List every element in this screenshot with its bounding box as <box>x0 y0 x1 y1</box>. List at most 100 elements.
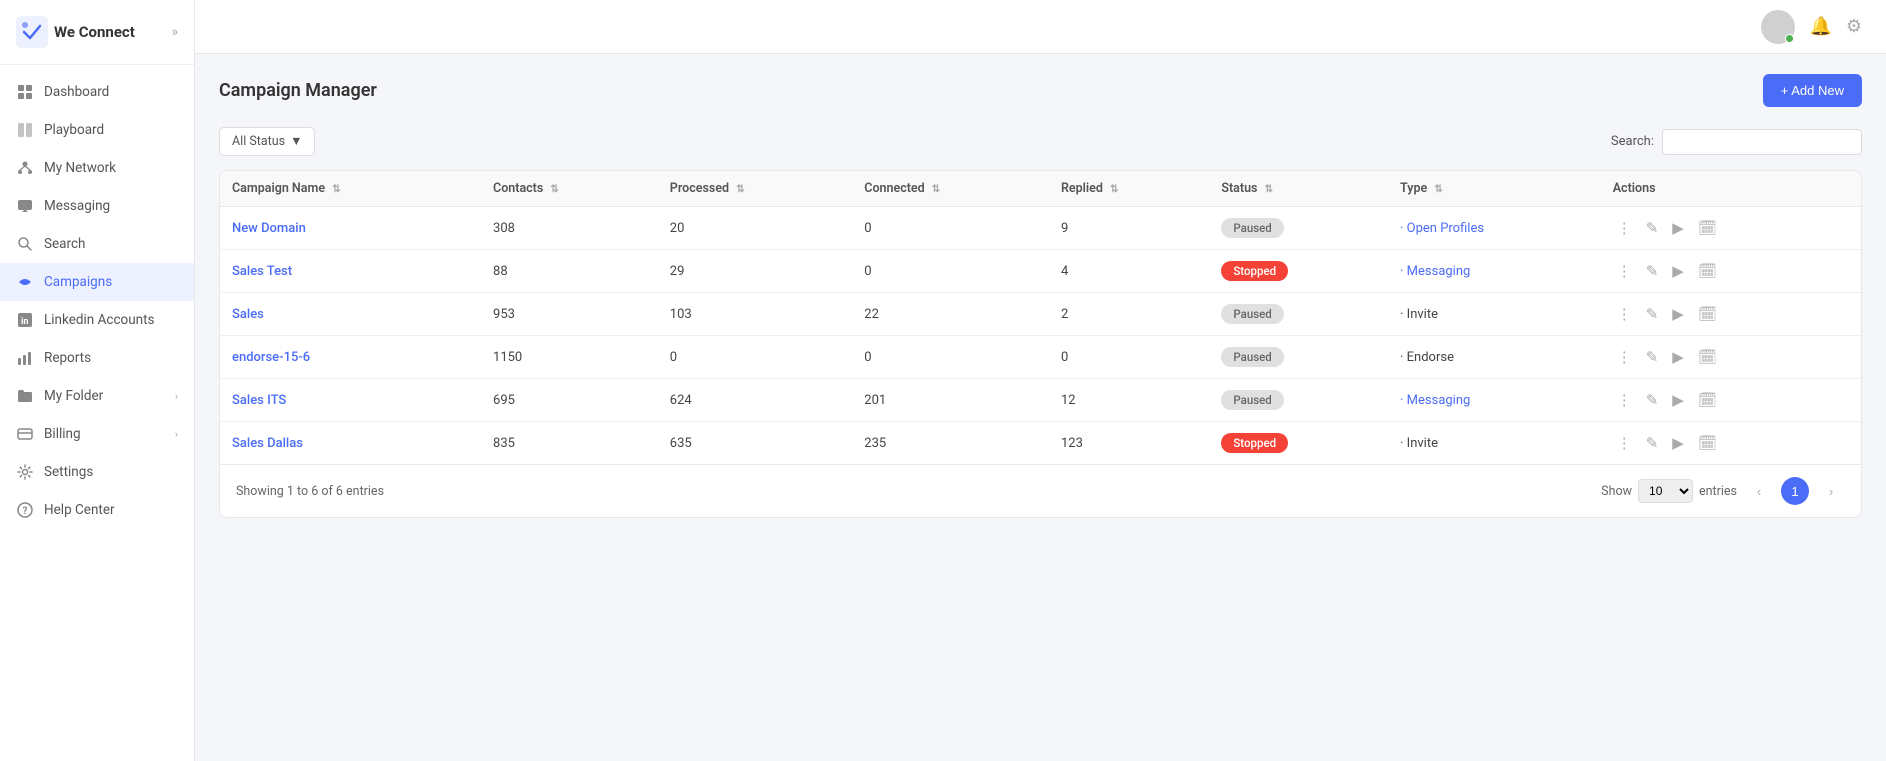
entries-select[interactable]: 10 25 50 100 <box>1638 479 1693 503</box>
action-schedule-button[interactable]: 🗓 <box>1694 217 1721 239</box>
campaign-name-cell[interactable]: Sales Test <box>220 250 481 293</box>
sort-icon: ⇅ <box>1434 184 1442 195</box>
sidebar-item-campaigns[interactable]: Campaigns <box>0 263 194 301</box>
col-contacts[interactable]: Contacts ⇅ <box>481 171 658 207</box>
sidebar-item-label: Search <box>44 236 85 252</box>
action-play-button[interactable]: ▶ <box>1668 432 1688 454</box>
search-label: Search: <box>1611 134 1654 149</box>
campaign-name-cell[interactable]: Sales ITS <box>220 379 481 422</box>
grid-icon <box>16 83 34 101</box>
table-header: Campaign Name ⇅ Contacts ⇅ Processed ⇅ C… <box>220 171 1861 207</box>
campaign-name-cell[interactable]: Sales Dallas <box>220 422 481 465</box>
sidebar-item-help-center[interactable]: ? Help Center <box>0 491 194 529</box>
page-header: Campaign Manager + Add New <box>219 74 1862 107</box>
sidebar-item-my-folder[interactable]: My Folder › <box>0 377 194 415</box>
chevron-down-icon: ▼ <box>290 134 302 149</box>
action-schedule-button[interactable]: 🗓 <box>1694 303 1721 325</box>
campaign-type: · Endorse <box>1400 350 1454 365</box>
campaign-replied: 12 <box>1049 379 1209 422</box>
play-icon <box>16 121 34 139</box>
avatar[interactable] <box>1761 10 1795 44</box>
sidebar: We Connect » Dashboard Playboard My Netw… <box>0 0 195 761</box>
campaign-name-cell[interactable]: Sales <box>220 293 481 336</box>
campaign-actions: ⋮ ✎ ▶ 🗓 <box>1601 293 1861 336</box>
action-play-button[interactable]: ▶ <box>1668 217 1688 239</box>
sidebar-item-messaging[interactable]: Messaging <box>0 187 194 225</box>
campaign-processed: 29 <box>658 250 852 293</box>
action-more-button[interactable]: ⋮ <box>1613 260 1636 282</box>
col-processed[interactable]: Processed ⇅ <box>658 171 852 207</box>
campaign-type-link[interactable]: · Messaging <box>1400 264 1470 279</box>
campaign-status: Paused <box>1209 207 1388 250</box>
sidebar-item-dashboard[interactable]: Dashboard <box>0 73 194 111</box>
action-more-button[interactable]: ⋮ <box>1613 217 1636 239</box>
action-edit-button[interactable]: ✎ <box>1642 217 1663 239</box>
action-edit-button[interactable]: ✎ <box>1642 389 1663 411</box>
sidebar-item-playboard[interactable]: Playboard <box>0 111 194 149</box>
action-more-button[interactable]: ⋮ <box>1613 389 1636 411</box>
campaign-connected: 0 <box>852 207 1049 250</box>
table-row: Sales 953 103 22 2 Paused · Invite ⋮ ✎ ▶… <box>220 293 1861 336</box>
sidebar-item-my-network[interactable]: My Network <box>0 149 194 187</box>
action-schedule-button[interactable]: 🗓 <box>1694 346 1721 368</box>
sidebar-item-billing[interactable]: Billing › <box>0 415 194 453</box>
campaign-type-cell: · Messaging <box>1388 250 1601 293</box>
action-edit-button[interactable]: ✎ <box>1642 303 1663 325</box>
action-edit-button[interactable]: ✎ <box>1642 346 1663 368</box>
campaign-type-link[interactable]: · Messaging <box>1400 393 1470 408</box>
notification-bell-icon[interactable]: 🔔 <box>1809 16 1831 37</box>
status-filter-dropdown[interactable]: All Status ▼ <box>219 127 315 156</box>
campaign-processed: 20 <box>658 207 852 250</box>
page-content: Campaign Manager + Add New All Status ▼ … <box>195 54 1886 761</box>
action-play-button[interactable]: ▶ <box>1668 389 1688 411</box>
campaign-replied: 0 <box>1049 336 1209 379</box>
campaigns-table: Campaign Name ⇅ Contacts ⇅ Processed ⇅ C… <box>220 171 1861 464</box>
action-edit-button[interactable]: ✎ <box>1642 260 1663 282</box>
sidebar-item-reports[interactable]: Reports <box>0 339 194 377</box>
campaign-name-cell[interactable]: New Domain <box>220 207 481 250</box>
action-more-button[interactable]: ⋮ <box>1613 303 1636 325</box>
entries-label: entries <box>1699 484 1737 499</box>
action-edit-button[interactable]: ✎ <box>1642 432 1663 454</box>
pagination-page-1-button[interactable]: 1 <box>1781 477 1809 505</box>
action-more-button[interactable]: ⋮ <box>1613 346 1636 368</box>
sidebar-item-settings[interactable]: Settings <box>0 453 194 491</box>
action-play-button[interactable]: ▶ <box>1668 303 1688 325</box>
campaign-type-link[interactable]: · Open Profiles <box>1400 221 1484 236</box>
campaign-name-cell[interactable]: endorse-15-6 <box>220 336 481 379</box>
sidebar-item-label: My Folder <box>44 388 103 404</box>
campaign-actions: ⋮ ✎ ▶ 🗓 <box>1601 336 1861 379</box>
campaign-connected: 0 <box>852 336 1049 379</box>
action-play-button[interactable]: ▶ <box>1668 260 1688 282</box>
search-input[interactable] <box>1662 129 1862 155</box>
action-schedule-button[interactable]: 🗓 <box>1694 432 1721 454</box>
sidebar-item-search[interactable]: Search <box>0 225 194 263</box>
col-campaign-name[interactable]: Campaign Name ⇅ <box>220 171 481 207</box>
svg-text:?: ? <box>23 506 28 517</box>
action-more-button[interactable]: ⋮ <box>1613 432 1636 454</box>
logo-icon <box>16 16 48 48</box>
col-type[interactable]: Type ⇅ <box>1388 171 1601 207</box>
sidebar-item-label: Settings <box>44 464 93 480</box>
action-schedule-button[interactable]: 🗓 <box>1694 260 1721 282</box>
action-play-button[interactable]: ▶ <box>1668 346 1688 368</box>
col-replied[interactable]: Replied ⇅ <box>1049 171 1209 207</box>
campaign-contacts: 88 <box>481 250 658 293</box>
action-schedule-button[interactable]: 🗓 <box>1694 389 1721 411</box>
sidebar-item-linkedin-accounts[interactable]: in Linkedin Accounts <box>0 301 194 339</box>
chevron-right-icon: › <box>175 390 178 403</box>
campaign-status: Stopped <box>1209 422 1388 465</box>
message-icon <box>16 197 34 215</box>
settings-topbar-icon[interactable]: ⚙ <box>1846 16 1862 37</box>
col-actions: Actions <box>1601 171 1861 207</box>
campaign-status: Paused <box>1209 293 1388 336</box>
logo-text: We Connect <box>54 23 135 41</box>
pagination-prev-button[interactable]: ‹ <box>1745 477 1773 505</box>
pagination-next-button[interactable]: › <box>1817 477 1845 505</box>
sidebar-collapse-button[interactable]: » <box>171 24 178 40</box>
main-content: 🔔 ⚙ Campaign Manager + Add New All Statu… <box>195 0 1886 761</box>
col-connected[interactable]: Connected ⇅ <box>852 171 1049 207</box>
col-status[interactable]: Status ⇅ <box>1209 171 1388 207</box>
add-new-button[interactable]: + Add New <box>1763 74 1862 107</box>
table-body: New Domain 308 20 0 9 Paused · Open Prof… <box>220 207 1861 465</box>
